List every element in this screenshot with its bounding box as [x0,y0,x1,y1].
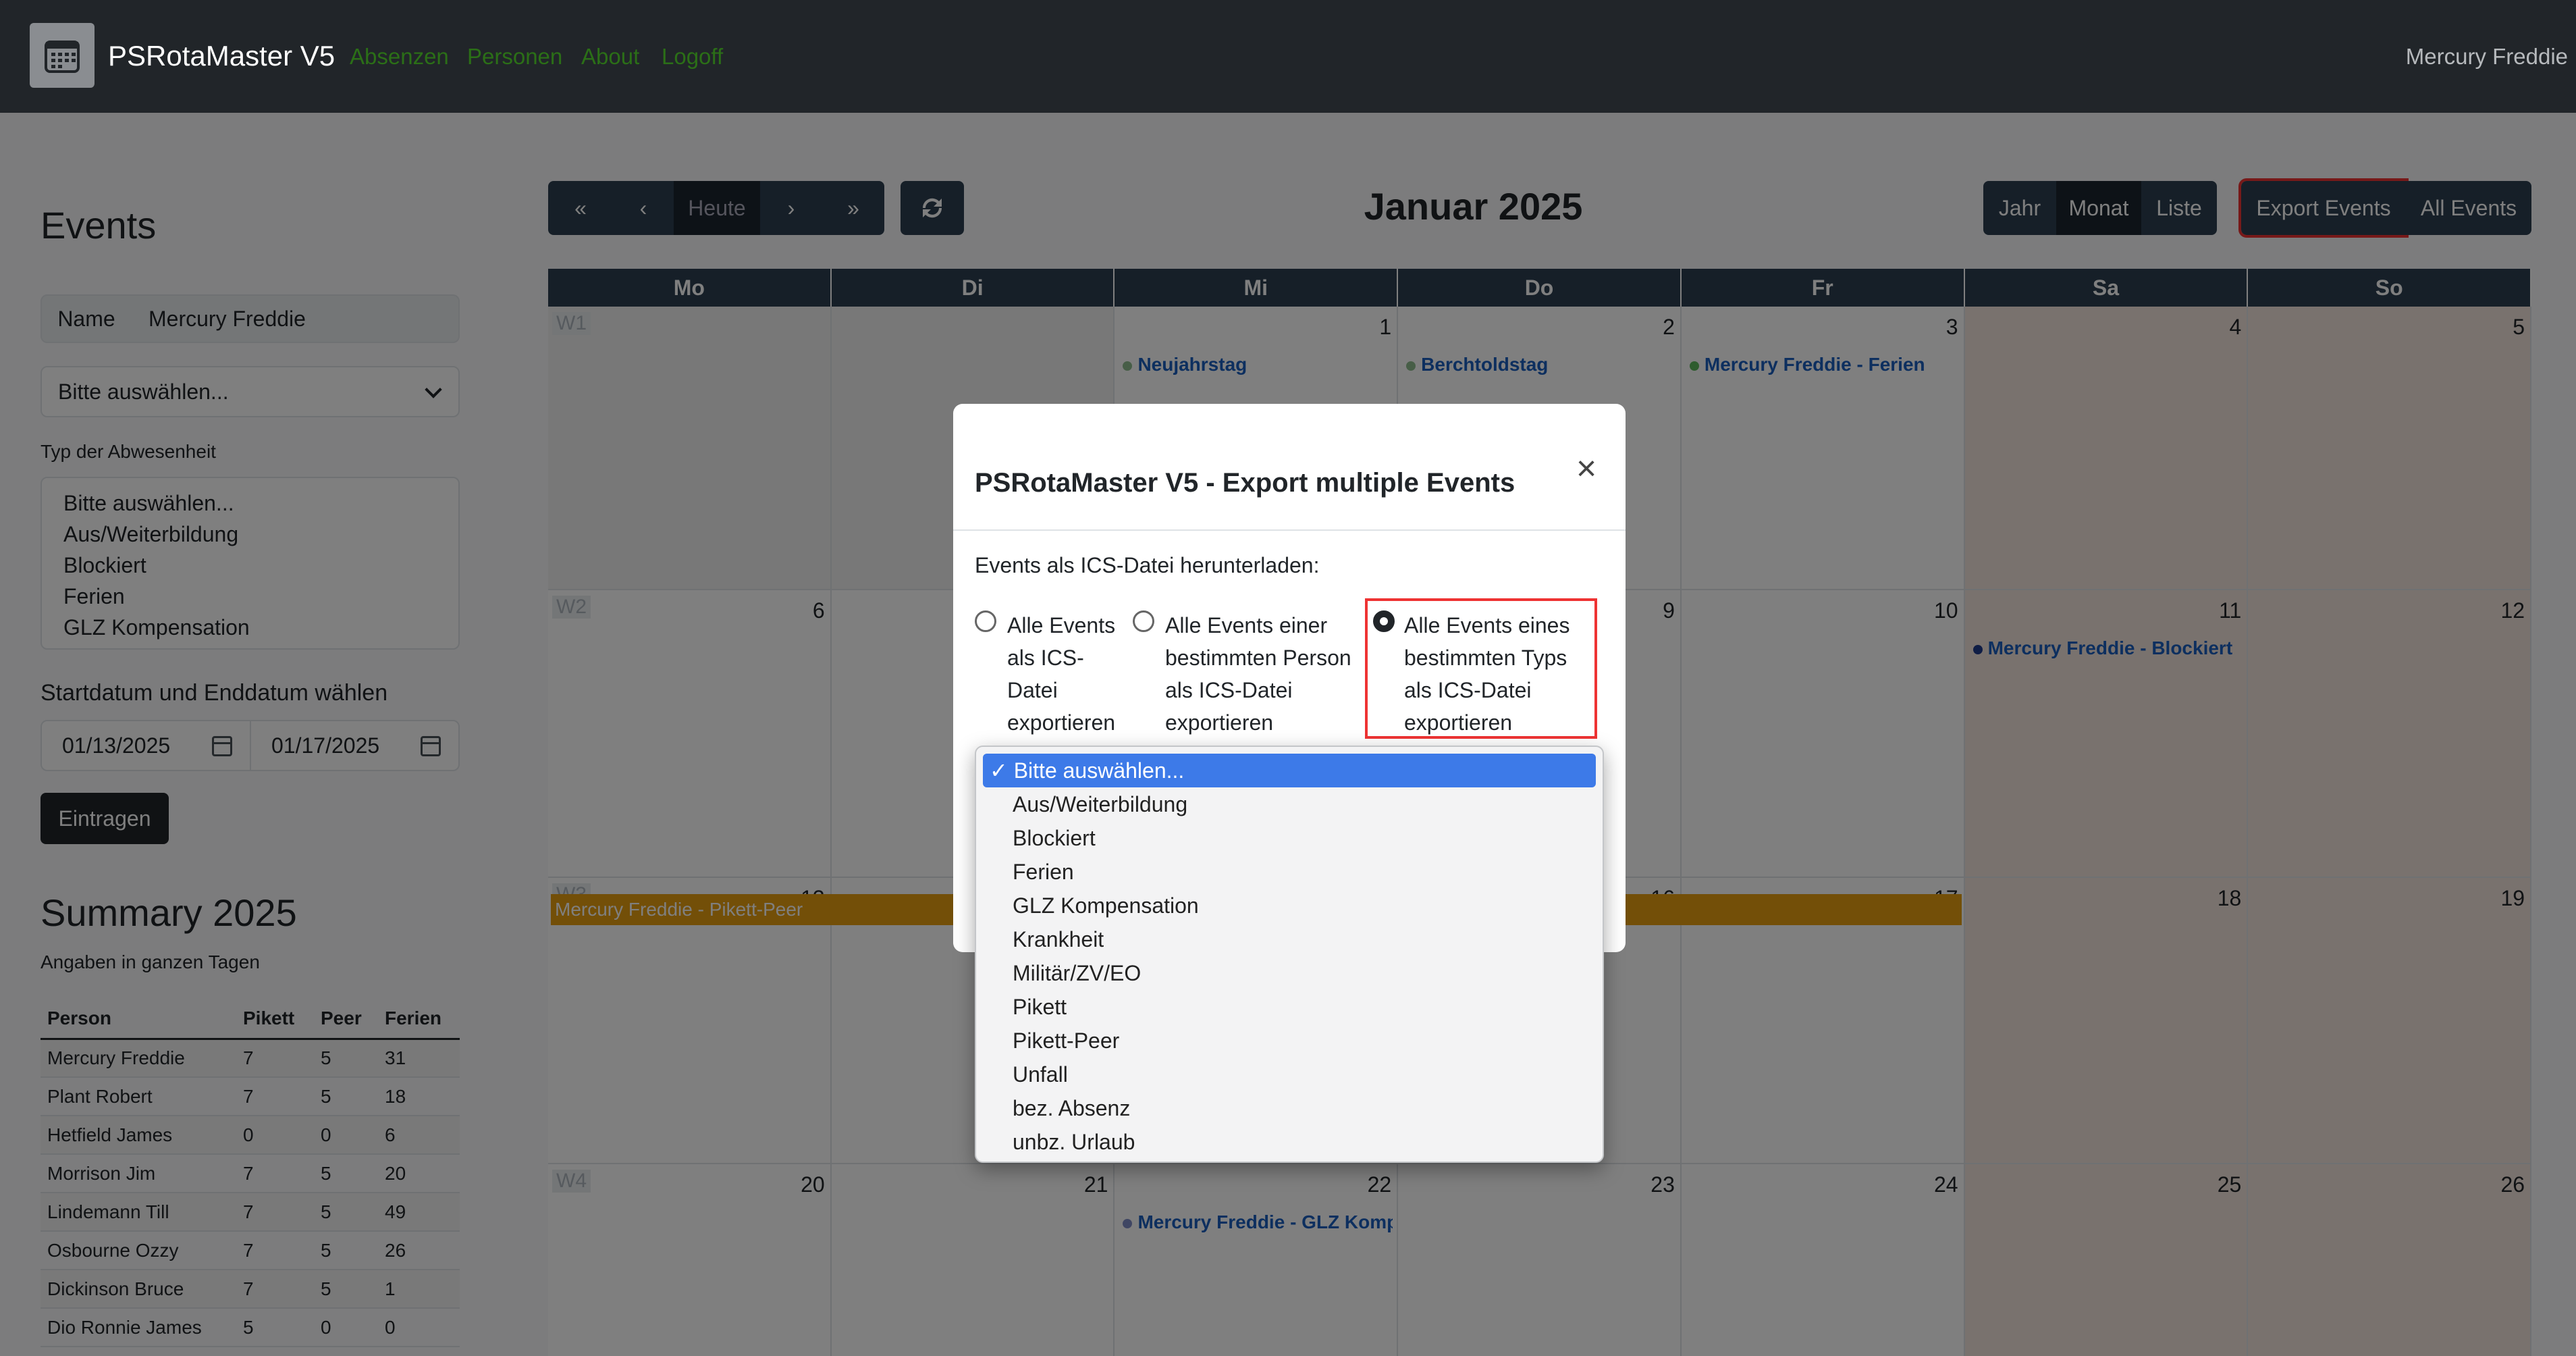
dropdown-option[interactable]: Ferien [983,855,1596,889]
modal-title: PSRotaMaster V5 - Export multiple Events [975,468,1515,498]
label-line: als ICS-Datei [1404,678,1532,702]
navbar: PSRotaMaster V5 Absenzen Personen About … [0,0,2576,113]
nav-link-personen[interactable]: Personen [467,42,562,72]
label-line: exportieren [1007,710,1116,735]
label-line: bestimmten Person [1165,646,1351,670]
dropdown-option[interactable]: Pikett [983,990,1596,1024]
dropdown-option-selected[interactable]: ✓ Bitte auswählen... [983,754,1596,787]
close-icon[interactable]: × [1569,451,1604,486]
nav-link-logoff[interactable]: Logoff [662,42,723,72]
label-line: exportieren [1404,710,1513,735]
dropdown-option[interactable]: GLZ Kompensation [983,889,1596,922]
radio-label-export-all: Alle Events als ICS- Datei exportieren [1007,609,1129,739]
radio-label-export-person: Alle Events einer bestimmten Person als … [1165,609,1374,739]
label-line: als ICS-Datei [1165,678,1293,702]
nav-link-about[interactable]: About [581,42,639,72]
dropdown-option[interactable]: Blockiert [983,821,1596,855]
dropdown-option[interactable]: Militär/ZV/EO [983,956,1596,990]
brand-title[interactable]: PSRotaMaster V5 [108,38,335,74]
dropdown-option[interactable]: Unfall [983,1058,1596,1091]
dropdown-option[interactable]: Aus/Weiterbildung [983,787,1596,821]
label-line: bestimmten Typs [1404,646,1567,670]
dropdown-option[interactable]: bez. Absenz [983,1091,1596,1125]
radio-label-export-type: Alle Events eines bestimmten Typs als IC… [1404,609,1593,739]
nav-link-absenzen[interactable]: Absenzen [350,42,449,72]
label-line: Alle Events einer [1165,613,1328,637]
type-dropdown-menu[interactable]: ✓ Bitte auswählen... Aus/Weiterbildung B… [975,746,1604,1163]
current-user: Mercury Freddie [2405,44,2568,69]
radio-export-all[interactable] [975,610,996,632]
modal-intro: Events als ICS-Datei herunterladen: [975,553,1320,577]
label-line: exportieren [1165,710,1274,735]
dropdown-option[interactable]: unbz. Urlaub [983,1125,1596,1159]
label-line: Alle Events eines [1404,613,1570,637]
dropdown-option[interactable]: Pikett-Peer [983,1024,1596,1058]
label-line: Datei [1007,678,1058,702]
option-label: Bitte auswählen... [1013,758,1185,783]
radio-export-type[interactable] [1373,610,1395,632]
calendar-logo-icon[interactable] [30,23,95,88]
checkmark-icon: ✓ [990,758,1014,783]
label-line: als ICS- [1007,646,1084,670]
label-line: Alle Events [1007,613,1116,637]
divider [953,529,1626,531]
radio-export-person[interactable] [1133,610,1154,632]
dropdown-option[interactable]: Krankheit [983,922,1596,956]
